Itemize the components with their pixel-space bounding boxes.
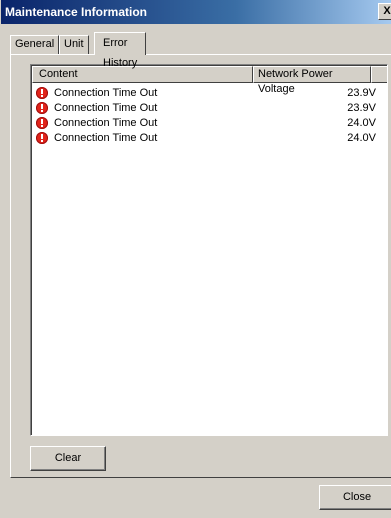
list-rows: Connection Time Out 23.9V Connection Tim… (34, 86, 384, 146)
row-content: Connection Time Out (54, 132, 158, 144)
close-icon[interactable]: X (378, 3, 391, 20)
column-header-content[interactable]: Content (32, 66, 253, 83)
clear-button-label: Clear (54, 452, 82, 464)
list-header: Content Network Power Voltage (32, 66, 387, 95)
window-title: Maintenance Information (5, 5, 148, 19)
row-content: Connection Time Out (54, 87, 158, 99)
column-header-filler (371, 66, 387, 83)
list-item[interactable]: Connection Time Out 24.0V (34, 116, 384, 131)
tab-unit[interactable]: Unit (59, 35, 89, 54)
error-history-list[interactable]: Content Network Power Voltage Connection… (30, 64, 388, 436)
error-icon (36, 117, 48, 129)
close-button[interactable]: Close (319, 485, 391, 510)
clear-button[interactable]: Clear (30, 446, 106, 471)
close-button-label: Close (342, 491, 372, 503)
row-voltage: 24.0V (347, 132, 376, 144)
row-voltage: 24.0V (347, 117, 376, 129)
error-icon (36, 87, 48, 99)
row-content: Connection Time Out (54, 102, 158, 114)
title-bar: Maintenance Information X (1, 0, 391, 24)
tab-error-history[interactable]: Error History (94, 32, 147, 69)
row-voltage: 23.9V (347, 87, 376, 99)
error-icon (36, 102, 48, 114)
error-icon (36, 132, 48, 144)
tab-general[interactable]: General (10, 35, 60, 54)
row-voltage: 23.9V (347, 102, 376, 114)
maintenance-information-window: Maintenance Information X General Unit E… (0, 0, 391, 518)
list-item[interactable]: Connection Time Out 24.0V (34, 131, 384, 146)
column-header-voltage[interactable]: Network Power Voltage (253, 66, 371, 95)
list-item[interactable]: Connection Time Out 23.9V (34, 101, 384, 116)
list-item[interactable]: Connection Time Out 23.9V (34, 86, 384, 101)
row-content: Connection Time Out (54, 117, 158, 129)
